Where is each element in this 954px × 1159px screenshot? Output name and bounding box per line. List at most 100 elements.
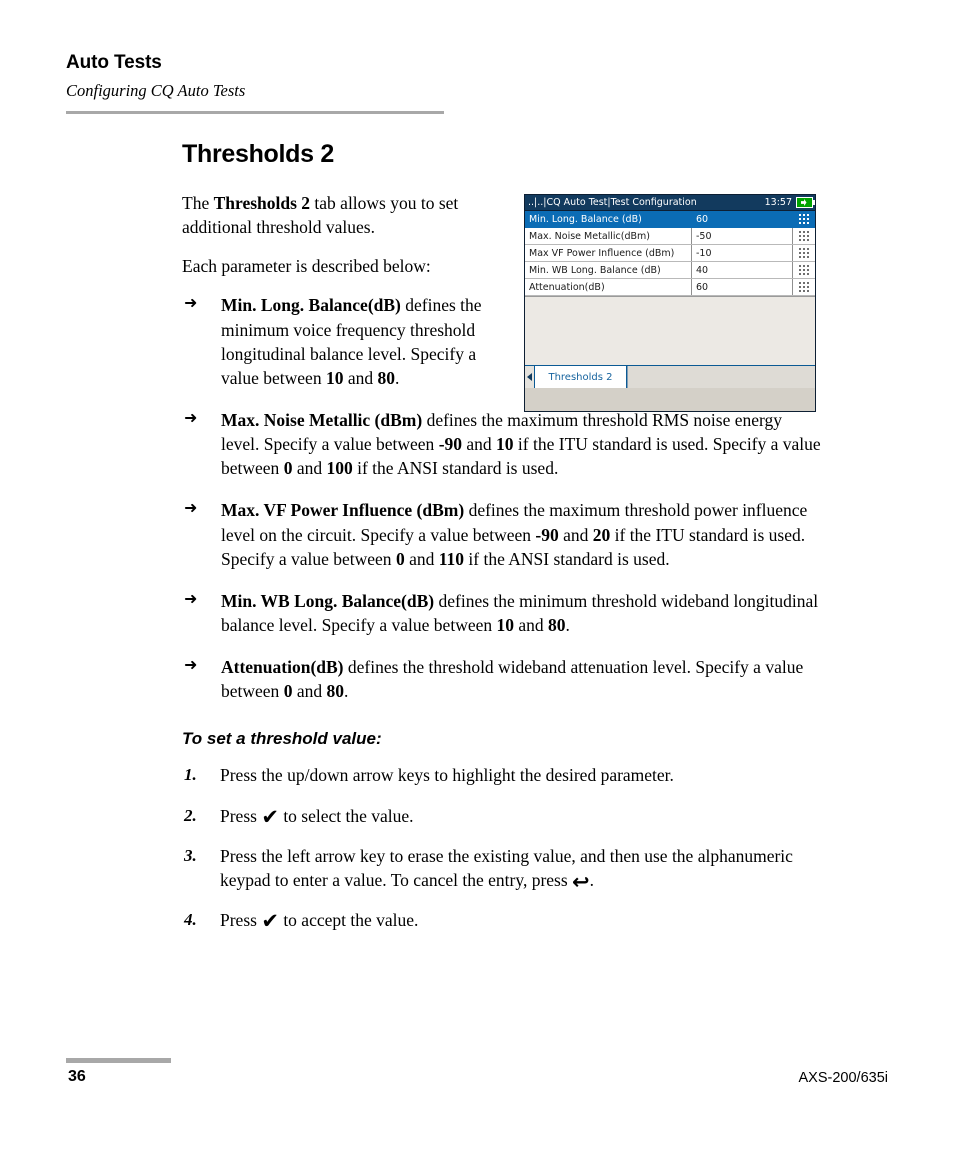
parameter-term: Attenuation(dB)	[221, 657, 344, 678]
plug-glyph	[800, 199, 807, 206]
parameter-value-min: -90	[438, 434, 463, 455]
grip-dots-icon[interactable]	[793, 245, 815, 261]
parameter-value-min-alt: 0	[395, 548, 405, 569]
intro-paragraph-1: The Thresholds 2 tab allows you to set a…	[182, 191, 512, 239]
parameter-value-max: 20	[592, 524, 611, 545]
row-label: Min. WB Long. Balance (dB)	[529, 264, 661, 276]
table-row[interactable]: Max VF Power Influence (dBm) -10	[525, 245, 815, 262]
parameter-value-max-alt: 100	[326, 458, 353, 479]
step-number: 4.	[184, 909, 197, 929]
table-row[interactable]: Attenuation(dB) 60	[525, 279, 815, 296]
arrow-bullet-icon: ➜	[184, 500, 198, 518]
list-item: ➜ Min. WB Long. Balance(dB) defines the …	[182, 589, 821, 637]
table-row[interactable]: Min. WB Long. Balance (dB) 40	[525, 262, 815, 279]
grip-dots-icon[interactable]	[793, 228, 815, 244]
step-text: Press	[220, 909, 262, 930]
row-label: Max VF Power Influence (dBm)	[529, 247, 675, 259]
device-breadcrumb: ..|..|CQ Auto Test|Test Configuration	[528, 197, 697, 208]
device-screenshot: ..|..|CQ Auto Test|Test Configuration 13…	[524, 194, 816, 412]
page-number: 36	[68, 1068, 86, 1085]
step-number: 1.	[184, 765, 197, 785]
grip-dots-icon[interactable]	[793, 211, 815, 227]
page-subtitle: Configuring CQ Auto Tests	[66, 80, 246, 100]
row-label: Min. Long. Balance (dB)	[529, 213, 642, 225]
parameter-text-end: if the ANSI standard is used.	[464, 548, 670, 569]
row-label: Max. Noise Metallic(dBm)	[529, 230, 650, 242]
parameter-conjunction: and	[514, 614, 549, 635]
step-text-end: .	[589, 869, 595, 890]
parameter-table: Min. Long. Balance (dB) 60 Max. Noise Me…	[525, 211, 815, 297]
parameter-conjunction: and	[558, 524, 593, 545]
product-model: AXS-200/635i	[798, 1070, 888, 1086]
section-heading: Thresholds 2	[182, 140, 334, 168]
step-text-end: to accept the value.	[278, 909, 419, 930]
device-body: Min. Long. Balance (dB) 60 Max. Noise Me…	[525, 211, 815, 388]
step-text: Press	[220, 805, 262, 826]
row-value[interactable]: -50	[691, 228, 793, 244]
parameter-conjunction-2: and	[292, 458, 327, 479]
parameter-value-min: -90	[535, 524, 559, 545]
intro-p1-bold: Thresholds 2	[213, 193, 311, 213]
table-row[interactable]: Min. Long. Balance (dB) 60	[525, 211, 815, 228]
arrow-bullet-icon: ➜	[184, 409, 198, 427]
step-number: 2.	[184, 805, 197, 825]
parameter-value-max-alt: 110	[438, 548, 465, 569]
parameter-value-max: 80	[326, 681, 344, 702]
battery-charging-icon	[796, 197, 815, 208]
parameter-text-end: .	[394, 367, 400, 388]
arrow-bullet-icon: ➜	[184, 295, 198, 313]
row-value[interactable]: 60	[691, 211, 793, 227]
parameter-conjunction: and	[462, 434, 497, 455]
tab-thresholds-2[interactable]: Thresholds 2	[535, 366, 627, 388]
row-value[interactable]: -10	[691, 245, 793, 261]
device-clock: 13:57	[764, 197, 792, 208]
back-arrow-icon: ↩	[572, 869, 590, 894]
step-item: 4. Press ✔ to accept the value.	[182, 908, 840, 932]
parameter-text-end: if the ANSI standard is used.	[352, 458, 559, 479]
procedure-steps: 1. Press the up/down arrow keys to highl…	[182, 763, 882, 932]
step-item: 1. Press the up/down arrow keys to highl…	[182, 763, 840, 787]
table-row[interactable]: Max. Noise Metallic(dBm) -50	[525, 228, 815, 245]
intro-p1-pre: The	[182, 193, 214, 213]
step-text: Press the left arrow key to erase the ex…	[220, 845, 793, 890]
parameter-value-max: 80	[377, 367, 395, 388]
step-number: 3.	[184, 845, 197, 865]
row-value[interactable]: 40	[691, 262, 793, 278]
parameter-term: Min. WB Long. Balance(dB)	[221, 590, 435, 611]
parameter-value-min: 10	[325, 367, 344, 388]
parameter-value-min: 10	[496, 614, 515, 635]
parameter-term: Min. Long. Balance(dB)	[221, 295, 401, 316]
device-tabbar: Thresholds 2	[525, 365, 815, 388]
step-item: 3. Press the left arrow key to erase the…	[182, 844, 840, 894]
parameter-value-max: 80	[548, 614, 566, 635]
footer-divider	[66, 1058, 171, 1063]
step-text: Press the up/down arrow keys to highligh…	[220, 765, 674, 786]
grip-dots-icon[interactable]	[793, 279, 815, 295]
list-item: ➜ Max. Noise Metallic (dBm) defines the …	[182, 408, 821, 480]
arrow-bullet-icon: ➜	[184, 590, 198, 608]
arrow-bullet-icon: ➜	[184, 657, 198, 675]
parameter-term: Max. Noise Metallic (dBm)	[221, 409, 423, 430]
parameter-value-max: 10	[496, 434, 514, 455]
procedure-heading: To set a threshold value:	[182, 729, 382, 749]
grip-dots-icon[interactable]	[793, 262, 815, 278]
row-label: Attenuation(dB)	[529, 281, 605, 293]
row-value[interactable]: 60	[691, 279, 793, 295]
intro-text: The Thresholds 2 tab allows you to set a…	[182, 191, 512, 278]
intro-paragraph-2: Each parameter is described below:	[182, 256, 431, 277]
step-item: 2. Press ✔ to select the value.	[182, 804, 840, 828]
parameter-term: Max. VF Power Influence (dBm)	[221, 500, 465, 521]
parameter-conjunction: and	[343, 367, 378, 388]
triangle-left-icon[interactable]	[525, 366, 535, 388]
parameter-conjunction-2: and	[404, 548, 439, 569]
parameter-conjunction: and	[292, 681, 327, 702]
tabbar-filler	[627, 366, 815, 388]
step-text-end: to select the value.	[278, 805, 414, 826]
checkmark-icon: ✔	[261, 804, 279, 829]
page-title: Auto Tests	[66, 52, 162, 73]
device-titlebar: ..|..|CQ Auto Test|Test Configuration 13…	[525, 195, 815, 211]
parameter-text-end: .	[343, 681, 349, 702]
list-item: ➜ Attenuation(dB) defines the threshold …	[182, 655, 821, 703]
list-item: ➜ Max. VF Power Influence (dBm) defines …	[182, 498, 821, 570]
checkmark-icon: ✔	[261, 908, 279, 933]
